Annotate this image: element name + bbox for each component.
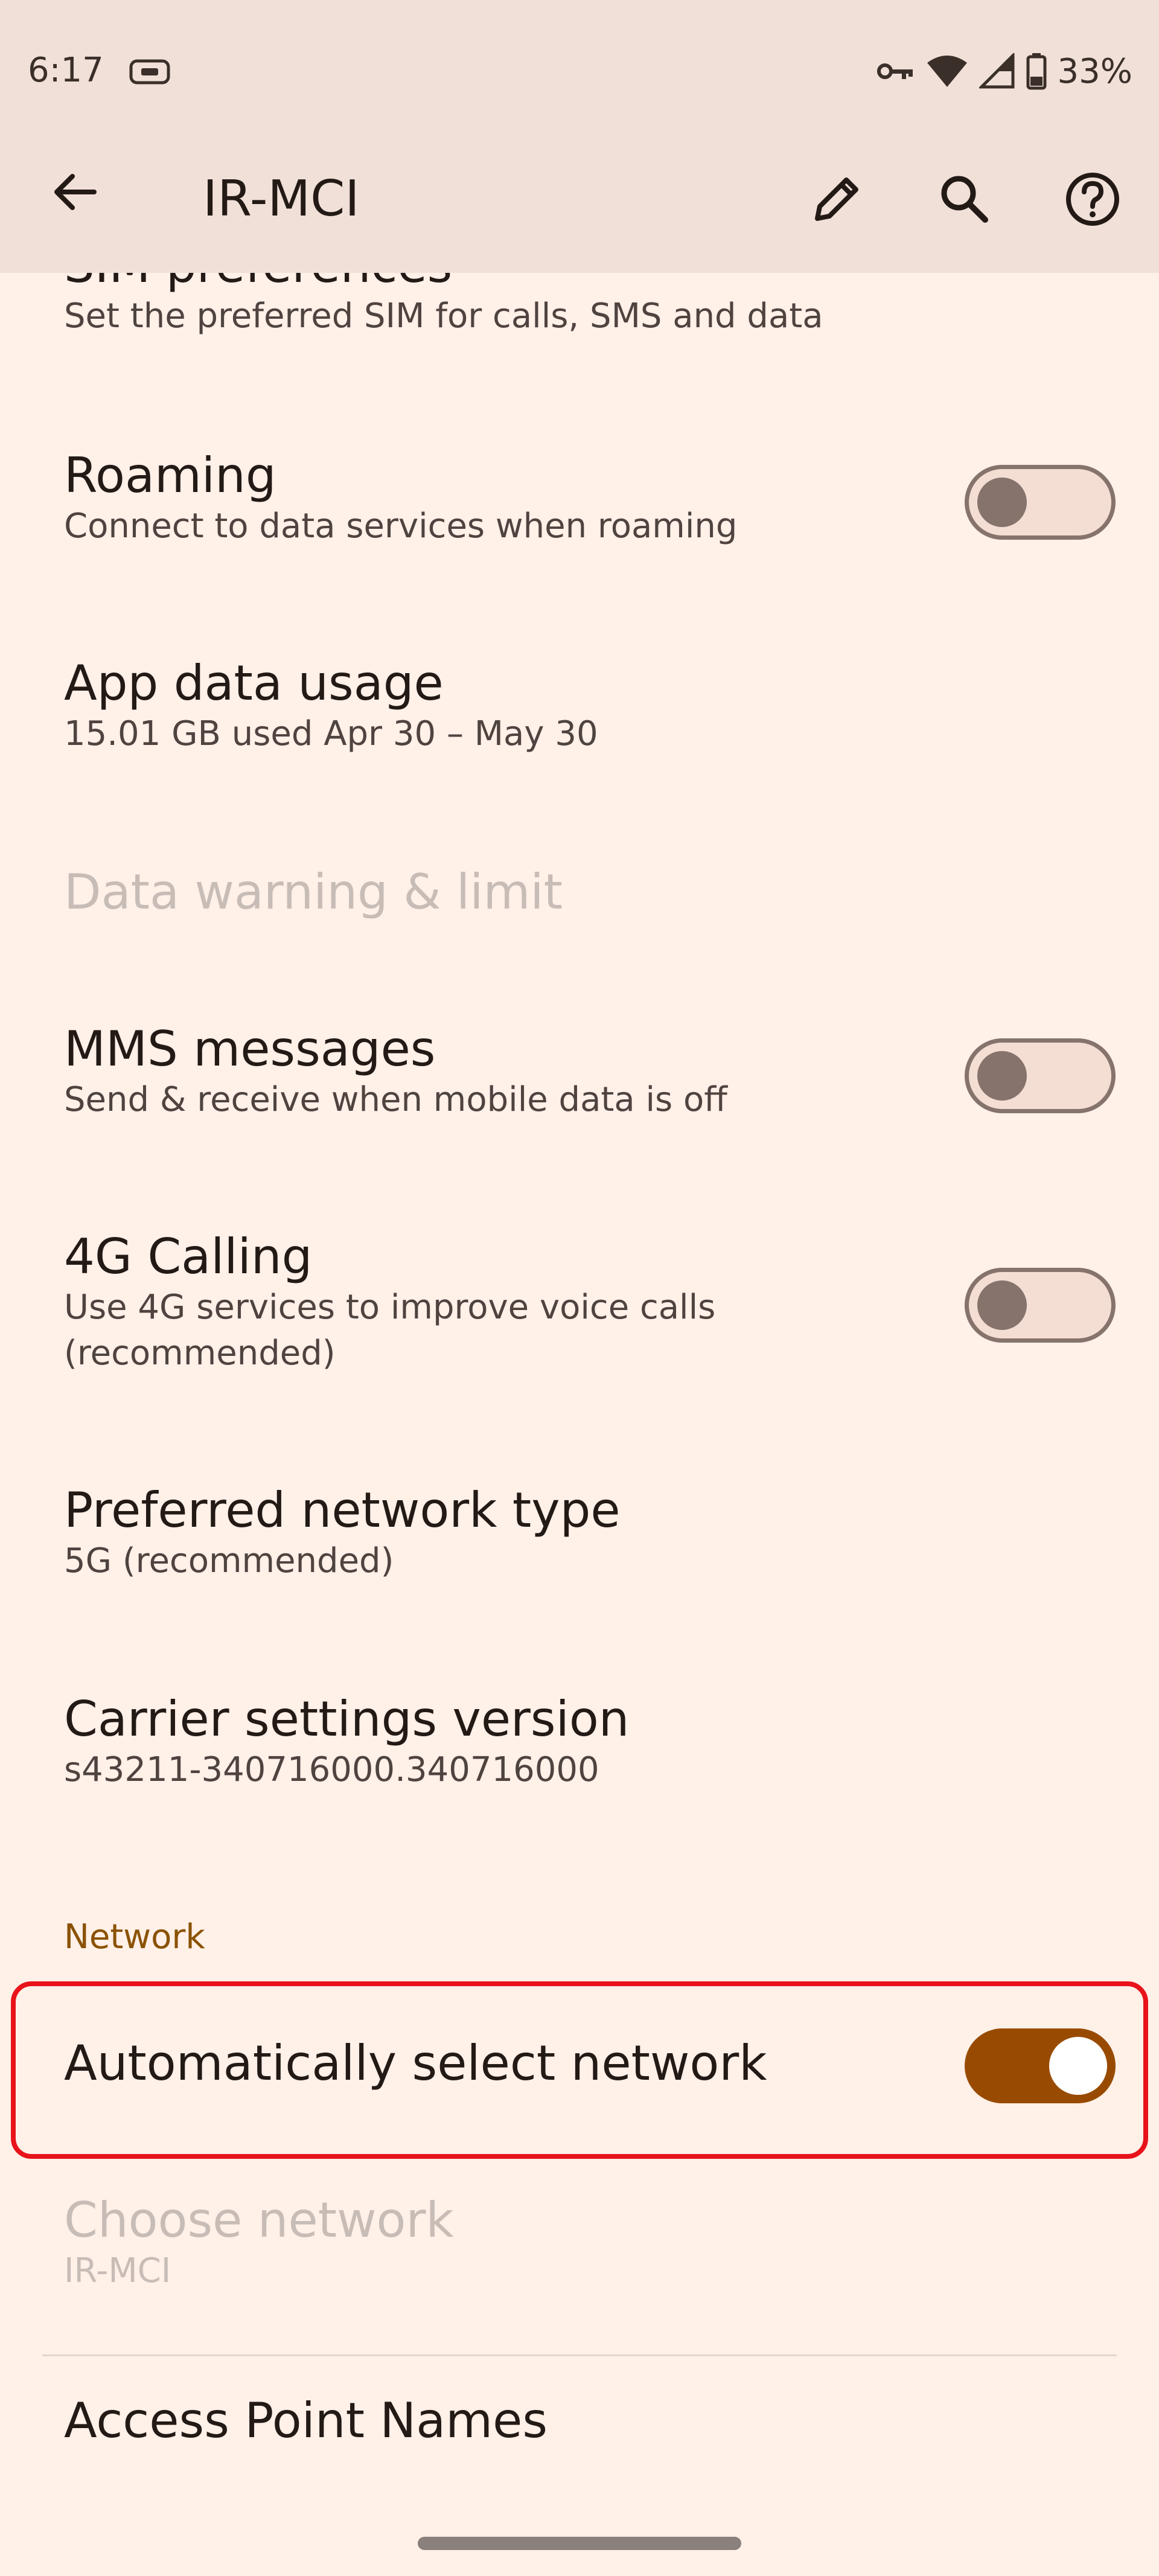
pref-title: Preferred network type [64, 1482, 621, 1538]
section-header-network: Network [64, 1917, 205, 1957]
pref-summary: Set the preferred SIM for calls, SMS and… [64, 296, 823, 336]
pref-4g-calling[interactable]: 4G Calling Use 4G services to improve vo… [64, 1229, 825, 1376]
4g-calling-toggle[interactable] [965, 1268, 1116, 1343]
pref-title: Access Point Names [64, 2392, 548, 2449]
toggle-thumb [977, 478, 1027, 527]
pref-roaming[interactable]: Roaming Connect to data services when ro… [64, 448, 897, 549]
wifi-icon [926, 54, 968, 88]
toggle-thumb [977, 1280, 1027, 1330]
pref-summary: Connect to data services when roaming [64, 507, 738, 546]
divider [42, 2354, 1117, 2356]
roaming-toggle[interactable] [965, 465, 1116, 540]
pref-access-point-names[interactable]: Access Point Names [64, 2393, 897, 2449]
mms-toggle[interactable] [965, 1038, 1116, 1113]
pref-title: Choose network [64, 2192, 454, 2248]
back-arrow-icon[interactable] [46, 163, 104, 221]
pref-title: Carrier settings version [64, 1691, 630, 1747]
status-time: 6:17 [28, 51, 104, 90]
status-icons: 33% [876, 47, 1132, 95]
signal-icon [979, 53, 1015, 89]
page-title: IR-MCI [203, 170, 360, 228]
toggle-thumb [977, 1051, 1027, 1101]
status-bar: 6:17 33% [0, 0, 1159, 145]
pref-summary: s43211-340716000.340716000 [64, 1750, 599, 1789]
pref-title: Roaming [64, 447, 276, 503]
pref-mms-messages[interactable]: MMS messages Send & receive when mobile … [64, 1021, 897, 1123]
pref-summary: Use 4G services to improve voice calls (… [64, 1288, 716, 1373]
pref-app-data-usage[interactable]: App data usage 15.01 GB used Apr 30 – Ma… [64, 656, 897, 757]
edit-pencil-icon[interactable] [806, 169, 867, 229]
battery-percent: 33% [1057, 51, 1132, 91]
pref-data-warning: Data warning & limit [64, 865, 897, 920]
pref-sim-preferences[interactable]: SIM preferences Set the preferred SIM fo… [64, 273, 897, 339]
pref-title: SIM preferences [64, 273, 897, 293]
battery-icon [1026, 53, 1047, 90]
key-icon [876, 59, 915, 83]
pref-title: Data warning & limit [64, 864, 563, 920]
search-icon[interactable] [934, 169, 995, 229]
settings-list[interactable]: SIM preferences Set the preferred SIM fo… [0, 273, 1159, 2576]
pref-choose-network: Choose network IR-MCI [64, 2193, 897, 2294]
pref-summary: IR-MCI [64, 2251, 171, 2290]
pref-summary: Send & receive when mobile data is off [64, 1080, 727, 1119]
pref-title: MMS messages [64, 1021, 436, 1077]
pref-preferred-network-type[interactable]: Preferred network type 5G (recommended) [64, 1483, 897, 1584]
help-icon[interactable] [1062, 169, 1123, 229]
highlight-box [11, 1981, 1148, 2159]
pref-summary: 5G (recommended) [64, 1541, 394, 1580]
pref-carrier-settings-version[interactable]: Carrier settings version s43211-34071600… [64, 1692, 897, 1793]
pref-title: App data usage [64, 655, 444, 711]
pref-title: 4G Calling [64, 1229, 313, 1285]
pref-summary: 15.01 GB used Apr 30 – May 30 [64, 714, 598, 753]
vpn-icon [129, 59, 170, 85]
home-indicator[interactable] [418, 2537, 741, 2550]
